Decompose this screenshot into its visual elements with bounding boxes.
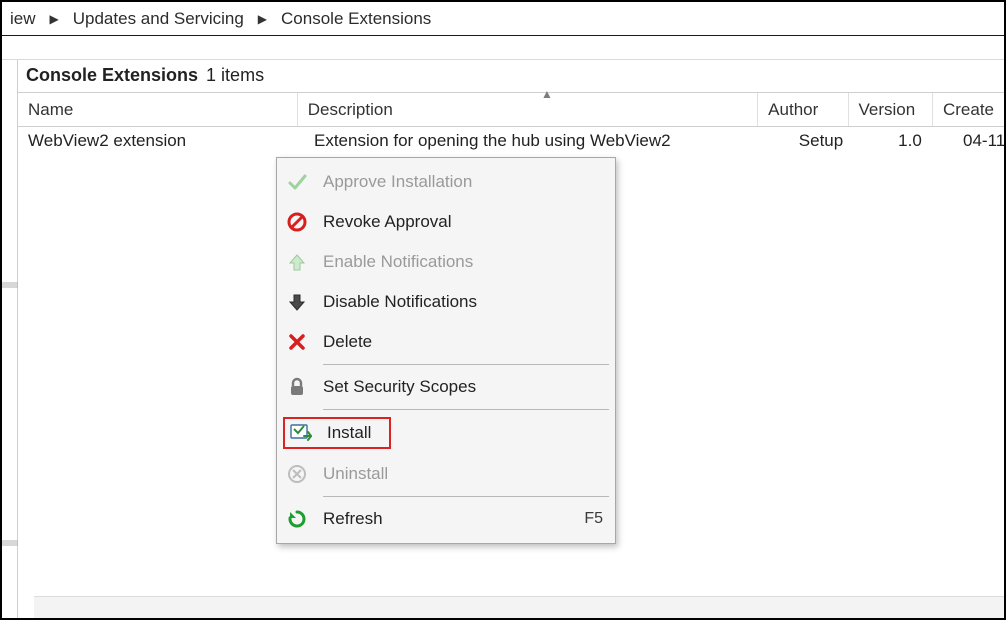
- install-icon: [289, 421, 313, 445]
- rail-notch: [2, 540, 18, 546]
- menu-item-refresh[interactable]: Refresh F5: [279, 499, 613, 539]
- menu-item-install[interactable]: Install: [279, 412, 613, 454]
- menu-label: Delete: [323, 332, 603, 352]
- prohibited-icon: [285, 210, 309, 234]
- chevron-right-icon: ▶: [50, 12, 59, 26]
- menu-item-revoke-approval[interactable]: Revoke Approval: [279, 202, 613, 242]
- menu-label: Set Security Scopes: [323, 377, 603, 397]
- list-title: Console Extensions 1 items: [18, 61, 1004, 92]
- rail-notch: [2, 282, 18, 288]
- context-menu: Approve Installation Revoke Approval Ena…: [276, 157, 616, 544]
- menu-label: Install: [327, 423, 371, 443]
- menu-label: Approve Installation: [323, 172, 603, 192]
- menu-item-uninstall: Uninstall: [279, 454, 613, 494]
- breadcrumb-item-overview[interactable]: iew: [10, 9, 36, 29]
- column-header-description[interactable]: Description: [298, 93, 758, 126]
- uninstall-x-icon: [285, 462, 309, 486]
- menu-label: Enable Notifications: [323, 252, 603, 272]
- cell-description: Extension for opening the hub using WebV…: [304, 131, 775, 151]
- menu-item-enable-notifications: Enable Notifications: [279, 242, 613, 282]
- chevron-right-icon: ▶: [258, 12, 267, 26]
- cell-author: Setup: [775, 131, 867, 151]
- cell-version: 1.0: [867, 131, 953, 151]
- menu-separator: [323, 364, 609, 365]
- breadcrumb: iew ▶ Updates and Servicing ▶ Console Ex…: [2, 2, 1004, 36]
- menu-label: Uninstall: [323, 464, 603, 484]
- lock-icon: [285, 375, 309, 399]
- column-header-created[interactable]: Create: [933, 93, 1004, 126]
- list-count: 1 items: [206, 65, 264, 86]
- breadcrumb-item-console-extensions[interactable]: Console Extensions: [281, 9, 431, 29]
- cell-created: 04-11: [953, 131, 1004, 151]
- menu-item-set-security-scopes[interactable]: Set Security Scopes: [279, 367, 613, 407]
- menu-item-approve-installation: Approve Installation: [279, 162, 613, 202]
- menu-item-delete[interactable]: Delete: [279, 322, 613, 362]
- menu-label: Revoke Approval: [323, 212, 603, 232]
- table-row[interactable]: WebView2 extension Extension for opening…: [18, 127, 1004, 155]
- sort-up-icon: ▲: [541, 87, 553, 101]
- breadcrumb-item-updates[interactable]: Updates and Servicing: [73, 9, 244, 29]
- ribbon-spacer: [2, 36, 1004, 60]
- menu-accelerator: F5: [584, 510, 603, 528]
- list-title-text: Console Extensions: [26, 65, 198, 86]
- arrow-up-icon: [285, 250, 309, 274]
- arrow-down-icon: [285, 290, 309, 314]
- menu-label: Disable Notifications: [323, 292, 603, 312]
- column-header-name[interactable]: Name: [18, 93, 298, 126]
- delete-x-icon: [285, 330, 309, 354]
- left-rail: [2, 60, 18, 618]
- menu-label: Refresh: [323, 509, 570, 529]
- grid-header: ▲ Name Description Author Version Create: [18, 92, 1004, 127]
- cell-name: WebView2 extension: [18, 131, 304, 151]
- check-icon: [285, 170, 309, 194]
- menu-separator: [323, 409, 609, 410]
- refresh-icon: [285, 507, 309, 531]
- menu-item-disable-notifications[interactable]: Disable Notifications: [279, 282, 613, 322]
- menu-separator: [323, 496, 609, 497]
- column-header-author[interactable]: Author: [758, 93, 848, 126]
- horizontal-scrollbar[interactable]: [34, 596, 1004, 618]
- column-header-version[interactable]: Version: [849, 93, 933, 126]
